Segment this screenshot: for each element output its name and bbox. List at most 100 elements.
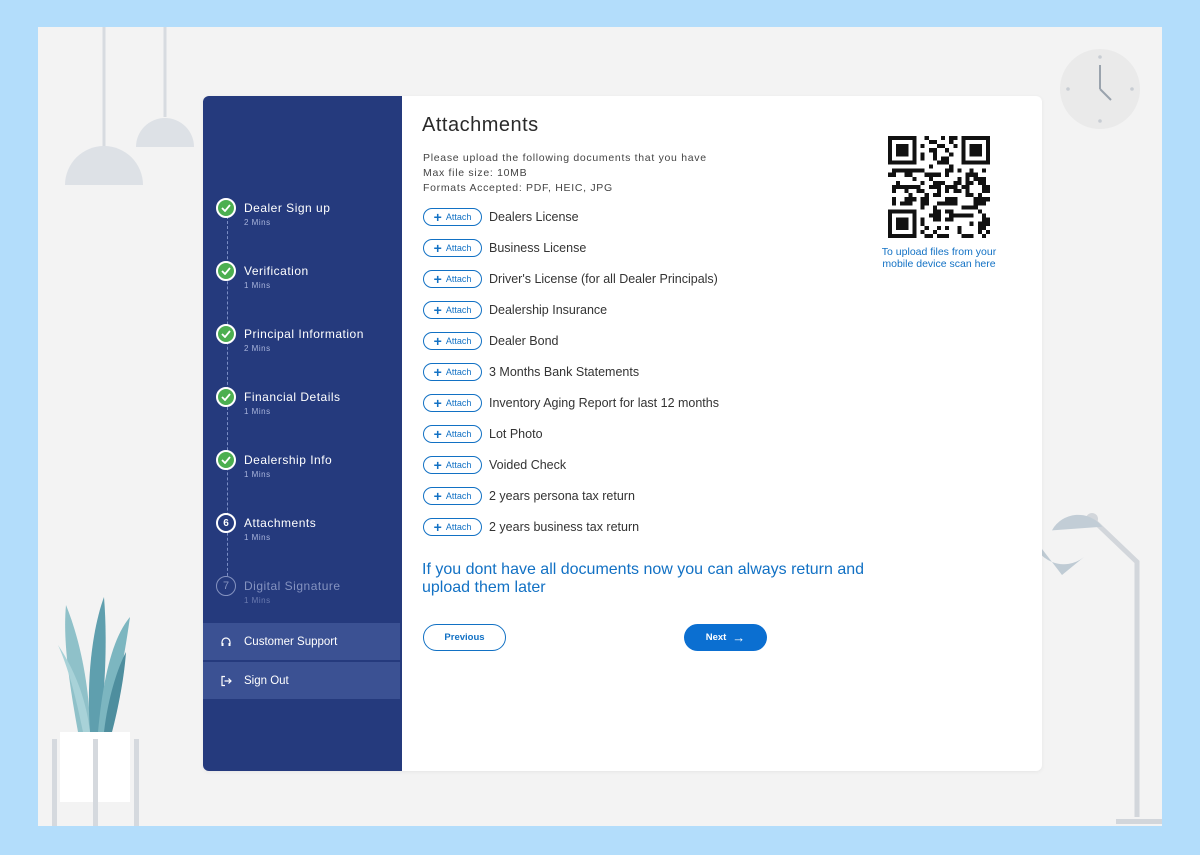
attach-button[interactable]: + Attach: [423, 518, 482, 536]
step-title: Dealer Sign up: [244, 201, 331, 215]
onboarding-card: Dealer Sign up 2 Mins Verification 1 Min…: [203, 96, 1042, 771]
step-title: Attachments: [244, 516, 317, 530]
upload-instructions: Please upload the following documents th…: [423, 152, 707, 164]
document-label: Driver's License (for all Dealer Princip…: [489, 272, 718, 286]
document-label: Lot Photo: [489, 427, 543, 441]
sign-out-label: Sign Out: [244, 674, 289, 687]
plus-icon: +: [433, 271, 442, 287]
headset-icon: [219, 635, 233, 649]
check-icon: [216, 450, 236, 470]
attach-button[interactable]: + Attach: [423, 487, 482, 505]
plus-icon: +: [433, 395, 442, 411]
step-number-badge: 6: [216, 513, 236, 533]
attach-label: Attach: [445, 522, 472, 532]
document-row: + Attach Driver's License (for all Dealer…: [423, 270, 718, 288]
document-row: + Attach Voided Check: [423, 456, 566, 474]
attach-label: Attach: [445, 243, 472, 253]
attach-label: Attach: [445, 367, 472, 377]
document-label: Voided Check: [489, 458, 567, 472]
document-row: + Attach Dealer Bond: [423, 332, 559, 350]
document-label: Dealer Bond: [489, 334, 559, 348]
floor-lamp-illustration: [1032, 513, 1162, 824]
document-label: Dealers License: [489, 210, 579, 224]
attach-label: Attach: [445, 491, 472, 501]
check-icon: [216, 324, 236, 344]
attach-label: Attach: [445, 429, 472, 439]
qr-code: [888, 136, 990, 238]
document-label: Business License: [489, 241, 587, 255]
sign-out-icon: [219, 674, 233, 688]
pendant-lamp: [136, 118, 194, 147]
step-title: Verification: [244, 264, 309, 278]
return-later-note: If you dont have all documents now you c…: [422, 561, 865, 596]
plus-icon: +: [433, 333, 442, 349]
step-duration: 1 Mins: [244, 470, 271, 479]
main-content: Attachments Please upload the following …: [402, 96, 1042, 771]
document-row: + Attach 3 Months Bank Statements: [423, 363, 639, 381]
plus-icon: +: [433, 302, 442, 318]
next-button[interactable]: Next →: [684, 624, 767, 651]
plus-icon: +: [433, 457, 442, 473]
step-duration: 1 Mins: [244, 281, 271, 290]
attach-label: Attach: [445, 398, 472, 408]
step-duration: 2 Mins: [244, 344, 271, 353]
page-title: Attachments: [422, 114, 539, 136]
plus-icon: +: [433, 519, 442, 535]
step-duration: 1 Mins: [244, 407, 271, 416]
attach-button[interactable]: + Attach: [423, 394, 482, 412]
step-digital-signature[interactable]: 7 Digital Signature 1 Mins: [216, 576, 402, 616]
attach-button[interactable]: + Attach: [423, 270, 482, 288]
plus-icon: +: [433, 488, 442, 504]
step-number-badge: 7: [216, 576, 236, 596]
step-duration: 2 Mins: [244, 218, 271, 227]
check-icon: [216, 198, 236, 218]
plus-icon: +: [433, 426, 442, 442]
document-row: + Attach Inventory Aging Report for last …: [423, 394, 719, 412]
step-financial-details[interactable]: Financial Details 1 Mins: [216, 387, 402, 427]
next-label: Next: [705, 632, 727, 643]
document-row: + Attach Dealership Insurance: [423, 301, 607, 319]
document-row: + Attach Business License: [423, 239, 586, 257]
step-title: Principal Information: [244, 327, 364, 341]
previous-button[interactable]: Previous: [423, 624, 506, 651]
check-icon: [216, 387, 236, 407]
clock-icon: [1060, 49, 1140, 129]
document-row: + Attach Lot Photo: [423, 425, 543, 443]
qr-caption: To upload files from your mobile device …: [881, 246, 997, 270]
plus-icon: +: [433, 209, 442, 225]
customer-support-label: Customer Support: [244, 635, 338, 648]
attach-button[interactable]: + Attach: [423, 332, 482, 350]
document-label: 2 years persona tax return: [489, 489, 635, 503]
step-duration: 1 Mins: [244, 596, 271, 605]
document-row: + Attach 2 years business tax return: [423, 518, 639, 536]
plant-illustration: [52, 597, 139, 826]
arrow-right-icon: →: [732, 630, 746, 645]
attach-button[interactable]: + Attach: [423, 363, 482, 381]
attach-button[interactable]: + Attach: [423, 456, 482, 474]
attach-label: Attach: [445, 274, 472, 284]
document-row: + Attach Dealers License: [423, 208, 579, 226]
step-verification[interactable]: Verification 1 Mins: [216, 261, 402, 301]
sign-out-button[interactable]: Sign Out: [203, 662, 400, 699]
pendant-lamp: [65, 146, 143, 185]
attach-button[interactable]: + Attach: [423, 208, 482, 226]
step-principal-information[interactable]: Principal Information 2 Mins: [216, 324, 402, 364]
attach-label: Attach: [445, 305, 472, 315]
document-row: + Attach 2 years persona tax return: [423, 487, 635, 505]
max-file-size: Max file size: 10MB: [423, 167, 528, 179]
step-dealer-sign-up[interactable]: Dealer Sign up 2 Mins: [216, 198, 402, 238]
attach-button[interactable]: + Attach: [423, 425, 482, 443]
attach-label: Attach: [445, 460, 472, 470]
check-icon: [216, 261, 236, 281]
step-title: Financial Details: [244, 390, 341, 404]
document-label: Inventory Aging Report for last 12 month…: [489, 396, 719, 410]
document-label: 3 Months Bank Statements: [489, 365, 640, 379]
attach-button[interactable]: + Attach: [423, 301, 482, 319]
step-dealership-info[interactable]: Dealership Info 1 Mins: [216, 450, 402, 490]
step-attachments[interactable]: 6 Attachments 1 Mins: [216, 513, 402, 553]
step-duration: 1 Mins: [244, 533, 271, 542]
attach-button[interactable]: + Attach: [423, 239, 482, 257]
customer-support-button[interactable]: Customer Support: [203, 623, 400, 660]
plus-icon: +: [433, 240, 442, 256]
document-label: Dealership Insurance: [489, 303, 608, 317]
